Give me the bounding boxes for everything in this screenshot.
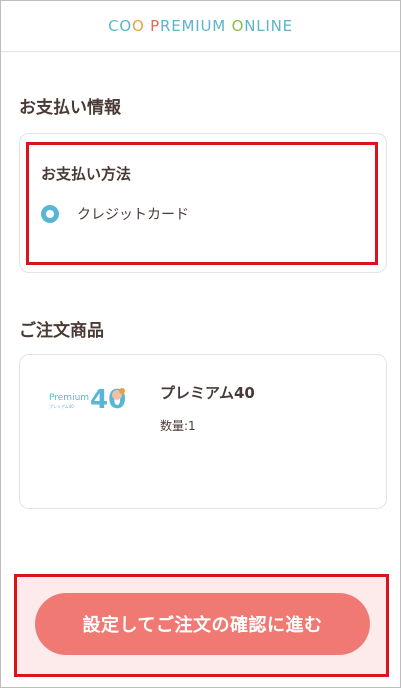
- payment-section-title: お支払い情報: [19, 98, 121, 118]
- order-section-title: ご注文商品: [19, 321, 104, 341]
- product-image: Premium 40 プレミアム40: [47, 373, 139, 481]
- site-logo[interactable]: COO PREMIUM ONLINE: [108, 17, 293, 35]
- credit-card-label[interactable]: クレジットカード: [77, 204, 189, 224]
- product-name: プレミアム40: [160, 384, 255, 402]
- header: COO PREMIUM ONLINE: [1, 1, 400, 52]
- logo-text: COO PREMIUM ONLINE: [108, 17, 293, 35]
- app-frame: COO PREMIUM ONLINE お支払い情報 お支払い方法 クレジットカー…: [0, 0, 401, 688]
- product-image-subtext: プレミアム40: [49, 403, 74, 409]
- product-quantity: 数量:1: [160, 419, 196, 433]
- payment-method-title: お支払い方法: [41, 165, 132, 183]
- proceed-to-confirm-button[interactable]: 設定してご注文の確認に進む: [35, 593, 370, 655]
- product-image-premium-text: Premium: [49, 393, 89, 403]
- credit-card-radio[interactable]: [41, 205, 59, 223]
